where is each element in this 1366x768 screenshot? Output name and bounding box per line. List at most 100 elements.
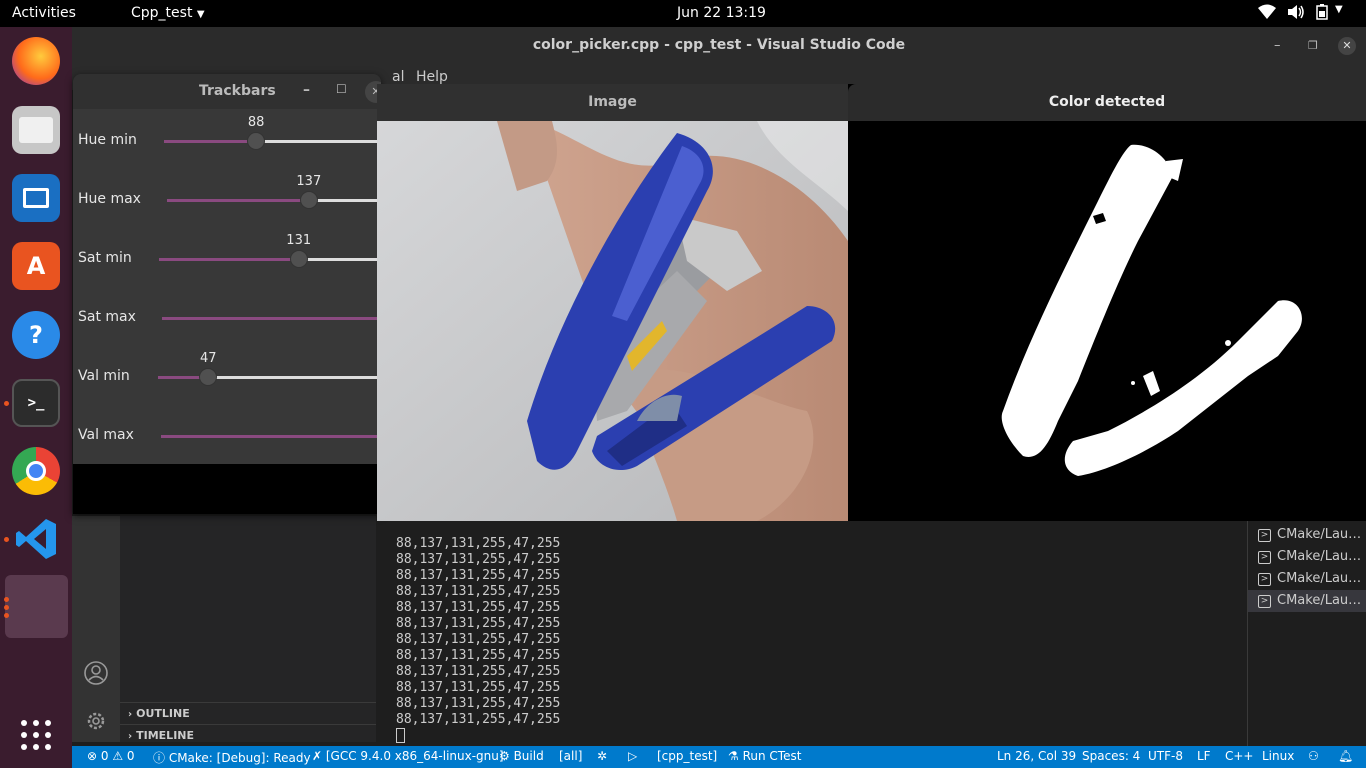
grid-icon[interactable] <box>12 711 60 759</box>
run-ctest-button[interactable]: ⚗ Run CTest <box>728 749 801 763</box>
terminal-tab[interactable]: > CMake/Lau… <box>1248 524 1366 546</box>
power-menu-icon[interactable]: ▼ <box>1335 4 1343 15</box>
image-window-title: Image <box>377 84 848 121</box>
eol-status[interactable]: LF <box>1197 749 1211 763</box>
minimize-icon[interactable]: – <box>1274 27 1281 64</box>
vscode-icon[interactable] <box>12 515 60 563</box>
outline-label: OUTLINE <box>136 707 190 720</box>
terminal-tab-label: CMake/Lau… <box>1277 571 1362 586</box>
terminal-panel[interactable]: 88,137,131,255,47,255 88,137,131,255,47,… <box>377 520 1247 746</box>
volume-icon[interactable] <box>1287 4 1305 24</box>
libreoffice-impress-icon[interactable] <box>12 174 60 222</box>
trackbar-handle[interactable] <box>299 191 318 209</box>
terminal-line: 88,137,131,255,47,255 <box>396 696 561 711</box>
running-indicator <box>4 597 9 602</box>
terminal-tab-label: CMake/Lau… <box>1277 549 1362 564</box>
trackbar-fill <box>162 317 381 320</box>
menu-help[interactable]: Help <box>416 69 448 85</box>
activities-button[interactable]: Activities <box>12 5 76 21</box>
trackbar-value: 88 <box>247 115 265 130</box>
help-icon[interactable]: ? <box>12 311 60 359</box>
ubuntu-software-icon[interactable]: A <box>12 242 60 290</box>
running-indicator <box>4 401 9 406</box>
outline-section[interactable]: › OUTLINE <box>120 702 376 724</box>
timeline-section[interactable]: › TIMELINE <box>120 724 376 746</box>
indentation-status[interactable]: Spaces: 4 <box>1082 749 1140 763</box>
terminal-line: 88,137,131,255,47,255 <box>396 552 561 567</box>
clock[interactable]: Jun 22 13:19 <box>677 5 766 21</box>
language-status[interactable]: C++ <box>1225 749 1254 763</box>
trackbar-label: Sat min <box>78 250 132 266</box>
target-selector[interactable]: [all] <box>559 749 582 763</box>
firefox-icon[interactable] <box>12 37 60 85</box>
gnome-top-bar: Activities Cpp_test ▼ Jun 22 13:19 ▼ <box>0 0 1366 27</box>
files-icon[interactable] <box>12 106 60 154</box>
app-menu[interactable]: Cpp_test ▼ <box>131 5 205 21</box>
terminal-tab-icon: > <box>1258 529 1271 542</box>
terminal-tab-icon: > <box>1258 573 1271 586</box>
terminal-tab-icon: > <box>1258 551 1271 564</box>
build-button[interactable]: ⚙ Build <box>499 749 544 763</box>
app-menu-label: Cpp_test <box>131 5 193 21</box>
running-indicator <box>4 613 9 618</box>
minimize-icon[interactable]: – <box>303 82 310 98</box>
trackbar-value: 47 <box>200 351 217 366</box>
chevron-down-icon: ▼ <box>196 9 205 20</box>
kit-status[interactable]: ✗ [GCC 9.4.0 x86_64-linux-gnu] <box>312 749 504 763</box>
activity-bar <box>72 516 120 742</box>
stapler-photo <box>377 121 848 521</box>
terminal-line: 88,137,131,255,47,255 <box>396 664 561 679</box>
problems-status[interactable]: ⊗ 0 ⚠ 0 <box>87 749 135 763</box>
run-icon[interactable]: ▷ <box>628 749 637 763</box>
trackbars-title: Trackbars <box>199 83 276 99</box>
gear-icon[interactable] <box>84 709 108 737</box>
trackbar-fill <box>159 258 299 261</box>
terminal-cursor <box>396 728 405 743</box>
ubuntu-dock: A ? >_ <box>0 27 72 768</box>
trackbar-fill <box>167 199 309 202</box>
trackbar-value: 131 <box>286 233 312 248</box>
color-detected-window: Color detected <box>848 84 1366 521</box>
terminal-tabs-list: > CMake/Lau… > CMake/Lau… > CMake/Lau… > CMa… <box>1247 520 1366 746</box>
battery-icon[interactable] <box>1316 4 1328 24</box>
trackbar-handle[interactable] <box>289 250 308 268</box>
terminal-icon[interactable]: >_ <box>12 379 60 427</box>
sidebar: › OUTLINE › TIMELINE <box>120 516 376 742</box>
maximize-icon[interactable]: ❐ <box>1308 27 1318 64</box>
trackbar-label: Val min <box>78 368 130 384</box>
terminal-line: 88,137,131,255,47,255 <box>396 568 561 583</box>
cpp-test-app-icon[interactable] <box>5 575 68 638</box>
terminal-tab-active[interactable]: > CMake/Lau… <box>1248 590 1366 612</box>
account-icon[interactable] <box>84 661 108 689</box>
maximize-icon[interactable]: ☐ <box>336 82 347 96</box>
image-window: Image <box>377 84 848 521</box>
terminal-tab-label: CMake/Lau… <box>1277 593 1362 608</box>
trackbar-handle[interactable] <box>199 368 218 386</box>
project-selector[interactable]: [cpp_test] <box>657 749 717 763</box>
close-icon[interactable]: ✕ <box>1338 27 1356 64</box>
trackbars-empty-area <box>73 464 381 514</box>
timeline-label: TIMELINE <box>136 729 195 742</box>
binary-mask-image <box>848 121 1366 521</box>
terminal-tab-label: CMake/Lau… <box>1277 527 1362 542</box>
chrome-icon[interactable] <box>12 447 60 495</box>
trackbar-label: Val max <box>78 427 134 443</box>
window-title: color_picker.cpp - cpp_test - Visual Stu… <box>72 27 1366 64</box>
terminal-line: 88,137,131,255,47,255 <box>396 712 561 727</box>
feedback-icon[interactable]: ⚇ <box>1308 749 1319 763</box>
terminal-tab[interactable]: > CMake/Lau… <box>1248 546 1366 568</box>
terminal-tab[interactable]: > CMake/Lau… <box>1248 568 1366 590</box>
menu-terminal[interactable]: al <box>392 69 404 85</box>
platform-status[interactable]: Linux <box>1262 749 1294 763</box>
cmake-status[interactable]: ⓘ CMake: [Debug]: Ready <box>153 749 311 766</box>
notifications-icon[interactable]: 🔔︎ <box>1338 749 1353 763</box>
terminal-line: 88,137,131,255,47,255 <box>396 600 561 615</box>
wifi-icon[interactable] <box>1258 4 1276 24</box>
terminal-line: 88,137,131,255,47,255 <box>396 536 561 551</box>
chevron-right-icon: › <box>128 709 133 720</box>
cursor-position[interactable]: Ln 26, Col 39 <box>997 749 1076 763</box>
terminal-line: 88,137,131,255,47,255 <box>396 680 561 695</box>
encoding-status[interactable]: UTF-8 <box>1148 749 1183 763</box>
debug-icon[interactable]: ✲ <box>597 749 607 763</box>
trackbar-handle[interactable] <box>247 132 266 150</box>
